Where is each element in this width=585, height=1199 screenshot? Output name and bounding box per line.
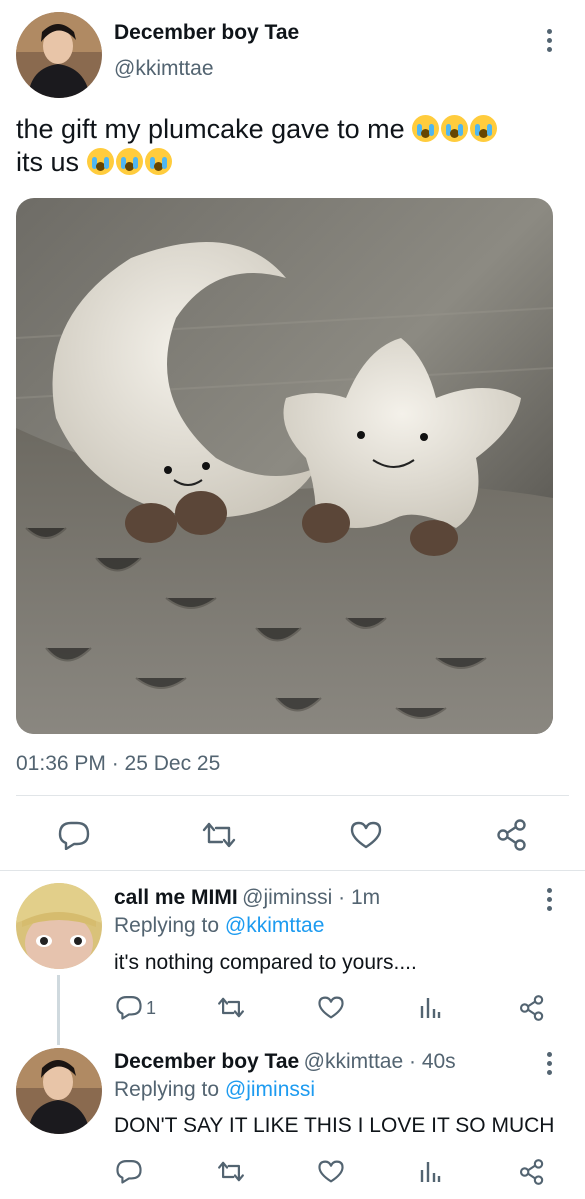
more-options-icon[interactable]: [539, 1052, 559, 1082]
reply-time: · 1m: [332, 886, 381, 909]
tweet-text: the gift my plumcake gave to me its us: [16, 113, 571, 179]
author-handle[interactable]: @kkimttae: [114, 57, 214, 81]
crying-face-emoji: [470, 115, 498, 142]
tweet-timestamp[interactable]: 01:36 PM · 25 Dec 25: [16, 752, 220, 776]
crying-face-emoji: [441, 115, 469, 142]
more-options-icon[interactable]: [539, 29, 559, 59]
reply-author-name[interactable]: December boy Tae: [114, 1050, 299, 1073]
crying-face-emoji: [86, 148, 114, 175]
reply-time: · 40s: [403, 1050, 456, 1073]
tweet-text-line1: the gift my plumcake gave to me: [16, 114, 405, 144]
reply-count: 1: [146, 998, 157, 1018]
analytics-icon[interactable]: [419, 996, 441, 1020]
crying-face-emoji: [144, 148, 172, 175]
reply-text: DON'T SAY IT LIKE THIS I LOVE IT SO MUCH: [114, 1114, 555, 1137]
retweet-icon[interactable]: [200, 821, 238, 849]
like-icon[interactable]: [317, 995, 345, 1020]
reply-text: it's nothing compared to yours....: [114, 951, 417, 974]
tweet-text-line2: its us: [16, 147, 80, 177]
reply-avatar[interactable]: [16, 1048, 102, 1134]
replying-to-link[interactable]: @kkimttae: [225, 914, 325, 937]
divider: [0, 870, 585, 871]
tweet-photo[interactable]: [16, 198, 553, 734]
reply-avatar[interactable]: [16, 883, 102, 969]
more-options-icon[interactable]: [539, 888, 559, 918]
crying-face-emoji: [412, 115, 440, 142]
retweet-icon[interactable]: [216, 1160, 246, 1183]
reply-icon[interactable]: [115, 1158, 143, 1184]
replying-to-prefix: Replying to: [114, 1078, 225, 1101]
thread-line: [57, 975, 60, 1045]
author-name[interactable]: December boy Tae: [114, 21, 299, 45]
author-avatar[interactable]: [16, 12, 102, 98]
like-icon[interactable]: [317, 1159, 345, 1184]
divider: [16, 795, 569, 796]
retweet-icon[interactable]: [216, 996, 246, 1019]
reply-header: December boy Tae @kkimttae · 40s: [114, 1050, 456, 1074]
replying-to: Replying to @jiminssi: [114, 1078, 315, 1102]
reply-icon[interactable]: [115, 994, 143, 1020]
share-icon[interactable]: [496, 818, 528, 852]
crying-face-emoji: [115, 148, 143, 175]
replying-to: Replying to @kkimttae: [114, 914, 324, 938]
reply-author-handle[interactable]: @jiminssi: [242, 886, 332, 909]
reply-header: call me MIMI @jiminssi · 1m: [114, 886, 380, 910]
replying-to-link[interactable]: @jiminssi: [225, 1078, 315, 1101]
replying-to-prefix: Replying to: [114, 914, 225, 937]
analytics-icon[interactable]: [419, 1160, 441, 1184]
reply-author-name[interactable]: call me MIMI: [114, 886, 238, 909]
share-icon[interactable]: [519, 1158, 545, 1186]
reply-author-handle[interactable]: @kkimttae: [304, 1050, 404, 1073]
share-icon[interactable]: [519, 994, 545, 1022]
like-icon[interactable]: [349, 820, 383, 850]
reply-icon[interactable]: [57, 820, 91, 850]
